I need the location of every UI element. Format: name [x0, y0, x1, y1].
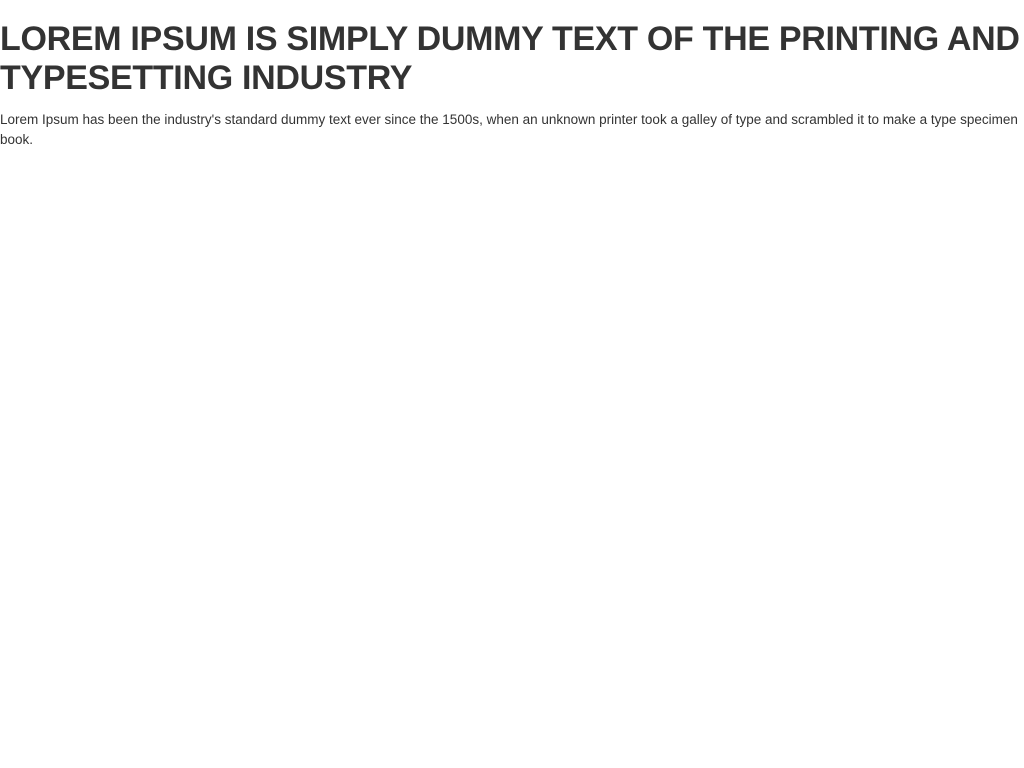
- page: LOREM IPSUM IS SIMPLY DUMMY TEXT OF THE …: [0, 0, 1024, 768]
- page-heading: LOREM IPSUM IS SIMPLY DUMMY TEXT OF THE …: [0, 20, 1020, 97]
- body-paragraph: Lorem Ipsum has been the industry's stan…: [0, 112, 1018, 147]
